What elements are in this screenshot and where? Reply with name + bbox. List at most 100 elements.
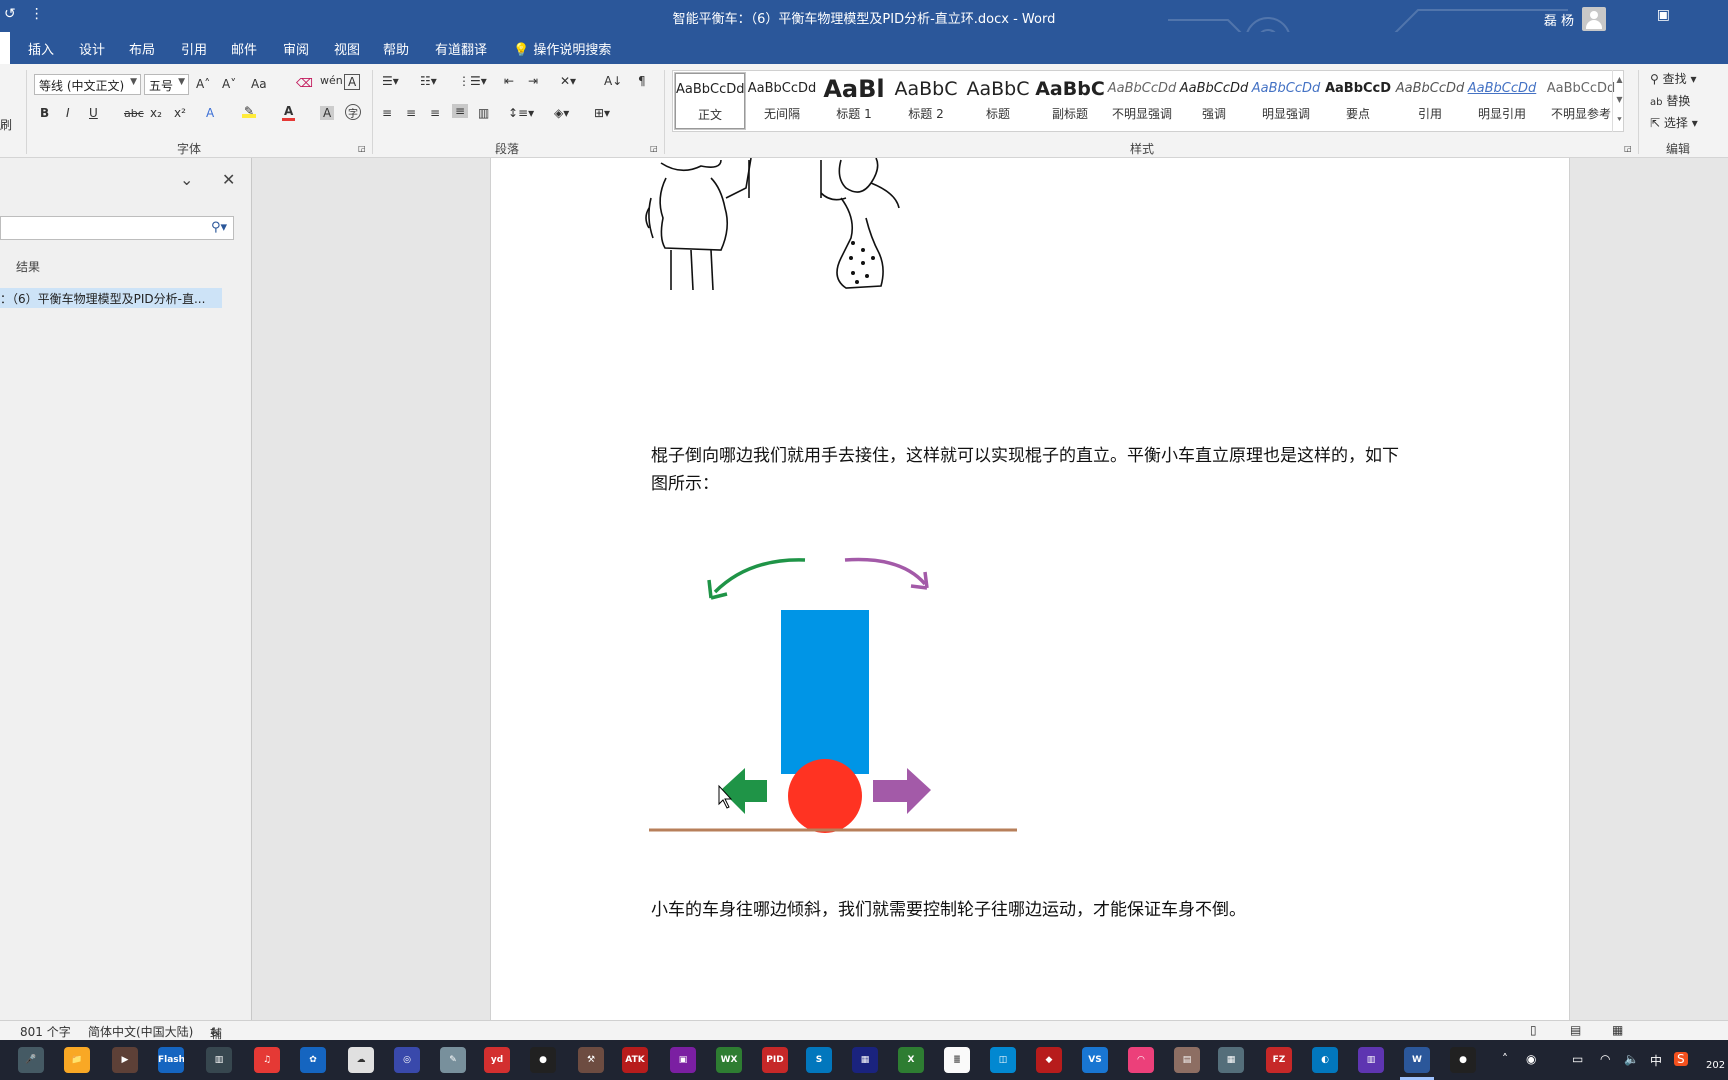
more-styles-icon[interactable]: ⯆ xyxy=(1613,110,1626,130)
close-icon[interactable]: ✕ xyxy=(222,170,235,189)
tab-home[interactable] xyxy=(0,32,10,64)
file-explorer-icon[interactable]: 📁 xyxy=(64,1047,90,1073)
align-right-icon[interactable]: ≡ xyxy=(430,106,440,120)
style-intense-quote[interactable]: AaBbCcDd 明显引用 xyxy=(1467,73,1537,129)
word-count[interactable]: 801 个字 xyxy=(20,1023,71,1040)
align-center-icon[interactable]: ≡ xyxy=(406,106,416,120)
subscript-button[interactable]: x₂ xyxy=(150,106,162,120)
chevron-up-icon[interactable]: ˄ xyxy=(1502,1052,1508,1066)
style-quote[interactable]: AaBbCcDd 引用 xyxy=(1395,73,1465,129)
multilevel-list-icon[interactable]: ⋮☰▾ xyxy=(458,74,487,88)
microphone-icon[interactable]: 🎤 xyxy=(18,1047,44,1073)
style-no-spacing[interactable]: AaBbCcDd 无间隔 xyxy=(747,73,817,129)
superscript-button[interactable]: x² xyxy=(174,106,186,120)
chevron-down-icon[interactable]: ⌄ xyxy=(180,170,193,189)
record-icon[interactable]: ● xyxy=(1450,1047,1476,1073)
clock-date[interactable]: 202 xyxy=(1706,1060,1725,1071)
atk-xcom-icon[interactable]: ATK xyxy=(622,1047,648,1073)
document-page[interactable]: 棍子倒向哪边我们就用手去接住，这样就可以实现棍子的直立。平衡小车直立原理也是这样… xyxy=(490,158,1570,1020)
find-button[interactable]: ⚲ 查找 ▾ xyxy=(1650,70,1696,87)
font-color-icon[interactable]: A xyxy=(282,104,296,121)
archive-app-icon[interactable]: ▥ xyxy=(1358,1047,1384,1073)
decrease-indent-icon[interactable]: ⇤ xyxy=(504,74,514,88)
tab-view[interactable]: 视图 xyxy=(334,39,360,58)
search-icon[interactable]: ⚲▾ xyxy=(211,220,227,235)
grow-font-button[interactable]: A˄ xyxy=(196,77,210,91)
style-emphasis[interactable]: AaBbCcDd 强调 xyxy=(1179,73,1249,129)
show-marks-icon[interactable]: ¶ xyxy=(638,74,646,88)
paragraph-dialog-launcher-icon[interactable]: ◲ xyxy=(650,144,658,153)
style-heading-2[interactable]: AaBbC 标题 2 xyxy=(891,73,961,129)
select-button[interactable]: ⇱ 选择 ▾ xyxy=(1650,114,1698,131)
sogou-browser-icon[interactable]: S xyxy=(806,1047,832,1073)
pink-app-icon[interactable]: ◠ xyxy=(1128,1047,1154,1073)
character-shading-icon[interactable]: A xyxy=(320,106,335,120)
underline-button[interactable]: U xyxy=(89,106,98,120)
tab-design[interactable]: 设计 xyxy=(79,39,105,58)
tab-references[interactable]: 引用 xyxy=(181,39,207,58)
text-effects-icon[interactable]: A xyxy=(206,106,214,120)
chevron-up-icon[interactable]: ▲ xyxy=(1613,70,1626,90)
building-app-icon[interactable]: ▥ xyxy=(206,1047,232,1073)
wifi-icon[interactable]: ◠ xyxy=(1600,1052,1610,1066)
tab-mailings[interactable]: 邮件 xyxy=(231,39,257,58)
tab-help[interactable]: 帮助 xyxy=(383,39,409,58)
media-player-icon[interactable]: ▶ xyxy=(112,1047,138,1073)
replace-button[interactable]: ab 替换 xyxy=(1650,92,1690,109)
style-intense-emphasis[interactable]: AaBbCcDd 明显强调 xyxy=(1251,73,1321,129)
body-paragraph[interactable]: 棍子倒向哪边我们就用手去接住，这样就可以实现棍子的直立。平衡小车直立原理也是这样… xyxy=(651,442,1411,498)
bold-button[interactable]: B xyxy=(40,106,49,120)
numbering-icon[interactable]: ☷▾ xyxy=(420,74,437,88)
format-painter-label[interactable]: 刷 xyxy=(0,116,12,133)
recorder-icon[interactable]: ● xyxy=(530,1047,556,1073)
monitor-app-icon[interactable]: ▦ xyxy=(852,1047,878,1073)
style-subtitle[interactable]: AaBbC 副标题 xyxy=(1035,73,1105,129)
styles-scroll[interactable]: ▲ ▼ ⯆ xyxy=(1612,70,1626,132)
language-indicator[interactable]: 简体中文(中国大陆) xyxy=(88,1023,193,1040)
tab-insert[interactable]: 插入 xyxy=(28,39,54,58)
character-border-icon[interactable]: A xyxy=(344,74,361,90)
tab-review[interactable]: 审阅 xyxy=(283,39,309,58)
image-app-icon[interactable]: ▣ xyxy=(670,1047,696,1073)
network-app-icon[interactable]: ✿ xyxy=(300,1047,326,1073)
style-subtle-reference[interactable]: AaBbCcDd 不明显参考 xyxy=(1539,73,1623,129)
clear-formatting-icon[interactable]: ⌫ xyxy=(296,76,313,90)
body-paragraph[interactable]: 小车的车身往哪边倾斜，我们就需要控制轮子往哪边运动，才能保证车身不倒。 xyxy=(651,896,1411,924)
atk-pid-icon[interactable]: PID xyxy=(762,1047,788,1073)
word-taskbar-icon[interactable]: W xyxy=(1404,1047,1430,1073)
read-mode-icon[interactable]: ▯ xyxy=(1530,1023,1537,1037)
italic-button[interactable]: I xyxy=(66,106,70,120)
style-heading-1[interactable]: AaBl 标题 1 xyxy=(819,73,889,129)
browser-icon[interactable]: ◎ xyxy=(394,1047,420,1073)
tab-layout[interactable]: 布局 xyxy=(129,39,155,58)
sort-icon[interactable]: A↓ xyxy=(604,74,622,88)
align-left-icon[interactable]: ≡ xyxy=(382,106,392,120)
tab-youdao-translate[interactable]: 有道翻译 xyxy=(435,39,487,58)
cloud-app-icon[interactable]: ☁ xyxy=(348,1047,374,1073)
change-case-button[interactable]: Aa xyxy=(251,77,267,91)
shading-icon[interactable]: ◈▾ xyxy=(554,106,569,120)
bullets-icon[interactable]: ☰▾ xyxy=(382,74,399,88)
shrink-font-button[interactable]: A˅ xyxy=(222,77,236,91)
font-dialog-launcher-icon[interactable]: ◲ xyxy=(358,144,366,153)
enclose-characters-icon[interactable]: 字 xyxy=(345,104,361,120)
balance-car-diagram[interactable] xyxy=(649,554,1029,834)
notepad-icon[interactable]: ≣ xyxy=(944,1047,970,1073)
print-layout-icon[interactable]: ▤ xyxy=(1570,1023,1581,1037)
style-subtle-emphasis[interactable]: AaBbCcDd 不明显强调 xyxy=(1107,73,1177,129)
web-layout-icon[interactable]: ▦ xyxy=(1612,1023,1623,1037)
document-area[interactable]: 棍子倒向哪边我们就用手去接住，这样就可以实现棍子的直立。平衡小车直立原理也是这样… xyxy=(253,158,1728,1020)
tool-app-icon[interactable]: ⚒ xyxy=(578,1047,604,1073)
font-name-combo[interactable]: 等线 (中文正文) ▼ xyxy=(34,74,141,95)
ime-status-icon[interactable]: ◉ xyxy=(1526,1052,1536,1066)
package-app-icon[interactable]: ▤ xyxy=(1174,1047,1200,1073)
style-normal[interactable]: AaBbCcDd 正文 xyxy=(674,72,746,130)
chinese-layout-icon[interactable]: ✕▾ xyxy=(560,74,576,88)
tell-me-search[interactable]: 💡 操作说明搜索 xyxy=(513,39,611,58)
sogou-ime-icon[interactable]: S xyxy=(1674,1052,1688,1066)
ime-indicator[interactable]: 中 xyxy=(1650,1052,1662,1069)
user-account[interactable]: 磊 杨 xyxy=(1544,7,1606,31)
app-window-icon[interactable]: ◫ xyxy=(990,1047,1016,1073)
excel-like-icon[interactable]: X xyxy=(898,1047,924,1073)
style-strong[interactable]: AaBbCcD 要点 xyxy=(1323,73,1393,129)
